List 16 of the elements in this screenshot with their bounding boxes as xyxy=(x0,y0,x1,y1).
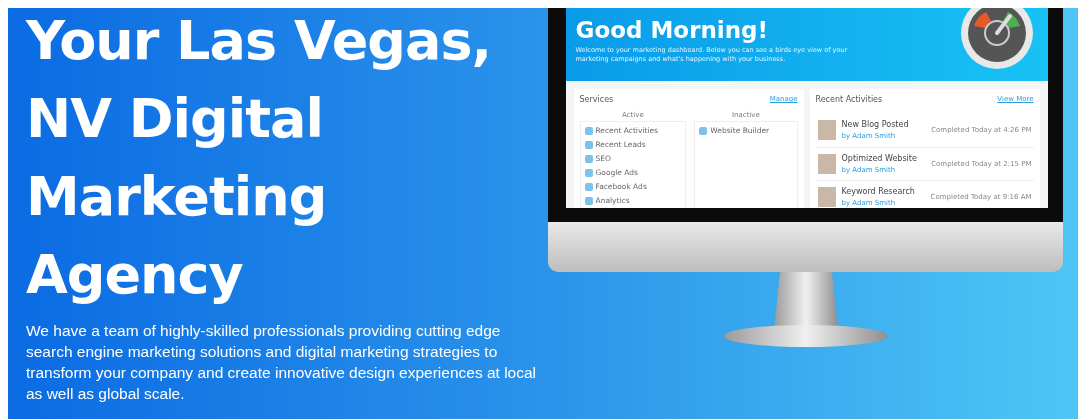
panel-title: Services xyxy=(579,94,614,106)
photo-placeholder xyxy=(817,120,836,141)
photo-placeholder xyxy=(817,153,836,174)
headline-line: NV Digital xyxy=(26,86,324,152)
description-text: We have a team of highly-skilled professionals providing cutting edge search engine marketing solutions and digital marketing strategies to transform your company and create innovative design experiences at local as well as global scale. xyxy=(26,321,538,404)
activity-title: Optimized Website xyxy=(841,152,917,165)
headline-line: Your Las Vegas, xyxy=(26,8,492,74)
panel-title: Recent Activities xyxy=(815,94,883,106)
speedometer-icon xyxy=(959,8,1034,70)
photo-placeholder xyxy=(817,187,836,208)
greeting-heading: Good Morning! xyxy=(575,16,769,42)
activity-title: Keyword Research xyxy=(841,186,915,198)
headline-line: Marketing xyxy=(26,164,327,230)
activity-title: New Blog Posted xyxy=(841,119,909,131)
service-icon xyxy=(699,126,708,135)
headline-line: Agency xyxy=(26,242,243,308)
